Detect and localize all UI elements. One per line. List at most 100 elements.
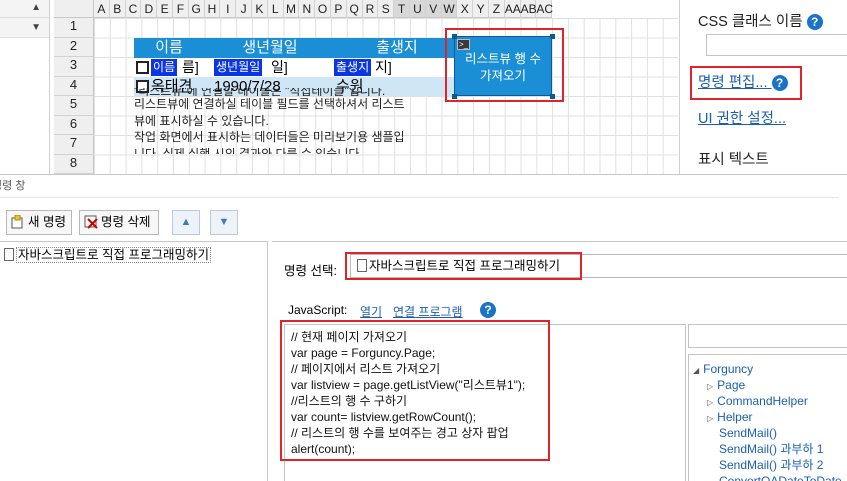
name-field-tag[interactable]: 이름 — [151, 59, 178, 76]
spreadsheet-designer[interactable]: A B C D E F G H I J K L M N O P Q R S T U V W X Y Z AA AB AC 1234567… — [54, 0, 678, 174]
move-up-button[interactable]: ▲ — [172, 210, 200, 235]
column-header[interactable]: F — [173, 0, 189, 18]
resize-handle[interactable] — [452, 34, 457, 39]
collapsed-icon: ▷ — [707, 382, 714, 391]
list-item[interactable]: 자바스크립트로 직접 프로그래밍하기 — [4, 246, 211, 264]
tree-method[interactable]: SendMail() 과부하 1 — [719, 441, 823, 457]
column-header[interactable]: A — [94, 0, 110, 18]
tree-item-label: CommandHelper — [717, 394, 808, 408]
command-edit-link[interactable]: 명령 편집... — [698, 75, 767, 91]
column-header[interactable]: S — [378, 0, 395, 18]
birth-field-tag[interactable]: 생년월일 — [214, 59, 263, 76]
column-header[interactable]: D — [141, 0, 158, 18]
column-header[interactable]: R — [362, 0, 379, 18]
place-field-tag[interactable]: 출생지 — [334, 59, 372, 76]
code-line: // 리스트의 행 수를 보여주는 경고 상자 팝업 — [291, 426, 509, 440]
resize-handle[interactable] — [550, 94, 555, 99]
css-class-label: CSS 클래스 이름 ? — [698, 10, 823, 31]
css-class-label-text: CSS 클래스 이름 — [698, 14, 803, 30]
row-header[interactable]: 4 — [54, 76, 94, 96]
place-field-suffix: 지] — [375, 59, 392, 75]
row-header[interactable]: 2 — [54, 37, 94, 57]
resize-handle[interactable] — [452, 94, 457, 99]
notice-line: 리스트뷰에 연결하실 테이블 필드를 선택하셔서 리스트 — [134, 97, 405, 111]
row-header[interactable]: 5 — [54, 96, 94, 116]
collapsed-icon: ▷ — [707, 398, 714, 407]
help-icon[interactable]: ? — [806, 14, 823, 30]
column-header[interactable]: B — [109, 0, 126, 18]
tree-method[interactable]: SendMail() — [719, 425, 777, 441]
sample-notice-text: "리스트뷰"에 연결할 테이블은 "직접테이블"입니다. 리스트뷰에 연결하실 … — [134, 88, 464, 154]
notice-line: 뷰에 표시하실 수 있습니다. — [134, 113, 269, 128]
api-tree[interactable]: ◢ Forguncy ▷ Page ▷ CommandHelper ▷ Helper S… — [688, 354, 847, 481]
row-header[interactable]: 3 — [54, 57, 94, 77]
open-link[interactable]: 열기 — [360, 303, 382, 320]
row-header[interactable]: 1 — [54, 18, 94, 38]
column-header[interactable]: H — [204, 0, 221, 18]
column-header[interactable]: C — [125, 0, 142, 18]
tree-method[interactable]: SendMail() 과부하 2 — [719, 457, 823, 473]
help-icon[interactable]: ? — [480, 302, 496, 318]
expanded-icon: ◢ — [693, 366, 700, 375]
column-header[interactable]: P — [331, 0, 347, 18]
column-header[interactable]: J — [236, 0, 252, 18]
help-icon[interactable]: ? — [771, 75, 788, 91]
api-search-input[interactable] — [688, 324, 847, 348]
column-header[interactable]: T — [394, 0, 410, 18]
row-header[interactable]: 8 — [54, 154, 94, 174]
column-header[interactable]: L — [267, 0, 284, 18]
command-toolbar: 새 명령 명령 삭제 ▲ ▼ — [0, 208, 847, 238]
column-header[interactable]: AA — [504, 0, 521, 18]
column-header[interactable]: N — [299, 0, 316, 18]
get-row-count-button[interactable]: >_ 리스트뷰 행 수 가져오기 — [454, 36, 552, 96]
command-select-dropdown[interactable]: 자바스크립트로 직접 프로그래밍하기 — [350, 254, 847, 278]
column-header[interactable]: I — [220, 0, 237, 18]
left-nav-strip: ▲ ▼ — [0, 0, 50, 174]
listview-header-row[interactable]: 이름 생년월일 출생지 — [134, 38, 458, 58]
delete-command-button[interactable]: 명령 삭제 — [79, 210, 159, 235]
row-checkbox[interactable] — [136, 61, 149, 74]
button-label-line1: 리스트뷰 행 수 — [465, 52, 541, 66]
column-header[interactable]: O — [315, 0, 331, 18]
move-down-button[interactable]: ▼ — [210, 210, 238, 235]
command-list[interactable]: 자바스크립트로 직접 프로그래밍하기 — [0, 241, 268, 481]
terminal-icon: >_ — [457, 39, 470, 50]
column-header[interactable]: W — [441, 0, 458, 18]
listview-header-name: 이름 — [155, 39, 183, 56]
notice-line: 니다. 실제 실행 시의 결과와 다를 수 있습니다. — [134, 146, 363, 154]
column-header[interactable]: Y — [473, 0, 489, 18]
tree-method[interactable]: ConvertOADateToDate — [719, 473, 842, 481]
script-file-icon — [357, 259, 367, 273]
chevron-up-icon[interactable]: ▲ — [31, 2, 41, 13]
column-header[interactable]: Z — [489, 0, 505, 18]
column-header[interactable]: U — [410, 0, 426, 18]
column-header[interactable]: G — [188, 0, 205, 18]
code-line: // 페이지에서 리스트 가져오기 — [291, 362, 441, 376]
row-header[interactable]: 7 — [54, 135, 94, 155]
column-header[interactable]: Q — [346, 0, 363, 18]
code-line: alert(count); — [291, 442, 356, 456]
column-header[interactable]: V — [425, 0, 442, 18]
column-header[interactable]: K — [252, 0, 268, 18]
column-header[interactable]: E — [157, 0, 173, 18]
listview-template-row[interactable]: 이름 름] 생년월일 일] 출생지 지] — [134, 58, 458, 77]
row-header[interactable]: 6 — [54, 115, 94, 135]
column-header[interactable]: AB — [520, 0, 537, 18]
left-nav-item[interactable]: ▼ — [0, 18, 49, 38]
sheet-corner[interactable] — [54, 0, 94, 18]
column-header[interactable]: M — [283, 0, 300, 18]
css-class-input[interactable] — [706, 34, 847, 56]
chevron-down-icon[interactable]: ▼ — [31, 22, 41, 33]
column-header[interactable]: AC — [536, 0, 553, 18]
new-command-label: 새 명령 — [28, 215, 66, 229]
arrow-down-icon: ▼ — [218, 216, 230, 228]
associated-program-link[interactable]: 연결 프로그램 — [393, 303, 463, 320]
new-command-button[interactable]: 새 명령 — [6, 210, 72, 235]
ui-permission-link[interactable]: UI 권한 설정... — [698, 107, 786, 128]
code-editor[interactable]: // 현재 페이지 가져오기 var page = Forguncy.Page;… — [284, 324, 686, 481]
code-line: var page = Forguncy.Page; — [291, 346, 436, 360]
column-header[interactable]: X — [457, 0, 474, 18]
selected-command-text: 자바스크립트로 직접 프로그래밍하기 — [369, 259, 560, 273]
delete-command-label: 명령 삭제 — [101, 215, 151, 229]
resize-handle[interactable] — [550, 34, 555, 39]
